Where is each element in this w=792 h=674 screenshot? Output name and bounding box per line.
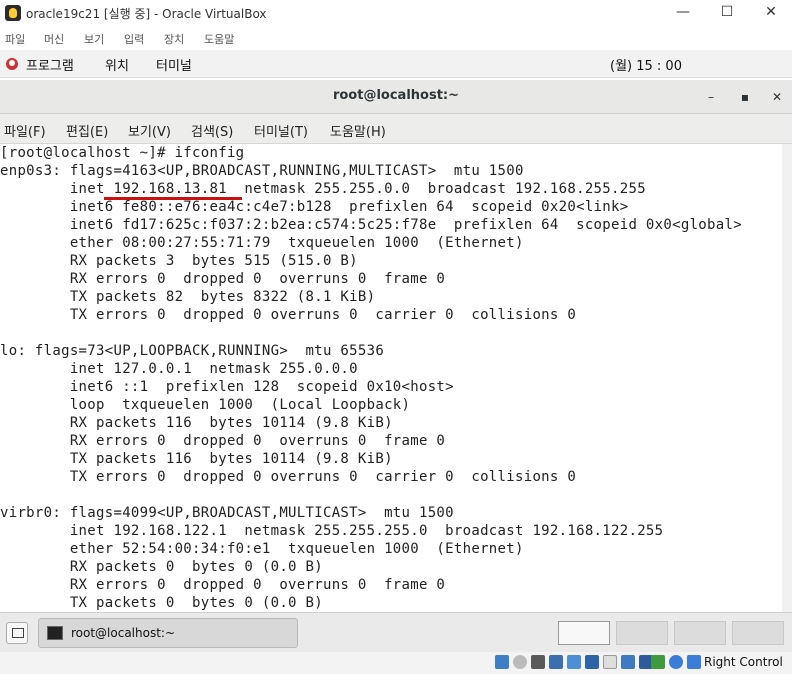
virtualbox-icon [5,5,21,21]
audio-icon[interactable] [531,655,545,669]
terminal-app-menu[interactable]: 터미널 [156,55,192,74]
terminal-menu-file[interactable]: 파일(F) [4,121,46,140]
terminal-line: inet6 fe80::e76:ea4c:c4e7:b128 prefixlen… [0,199,629,215]
terminal-title-bar: root@localhost:~ – ▪ ✕ [0,80,792,114]
terminal-line: inet6 fd17:625c:f037:2:b2ea:c574:5c25:f7… [0,217,742,233]
terminal-line: RX errors 0 dropped 0 overruns 0 frame 0 [0,433,446,449]
terminal-minimize-button[interactable]: – [700,86,722,108]
workspace-2[interactable] [616,621,668,645]
menu-file[interactable]: 파일 [5,31,25,47]
terminal-line: RX errors 0 dropped 0 overruns 0 frame 0 [0,271,446,287]
terminal-line: lo: flags=73<UP,LOOPBACK,RUNNING> mtu 65… [0,343,385,359]
terminal-line: inet 192.168.122.1 netmask 255.255.255.0… [0,523,664,539]
gnome-taskbar: root@localhost:~ [0,612,792,652]
terminal-line: ether 52:54:00:34:f0:e1 txqueuelen 1000 … [0,541,524,557]
applications-menu[interactable]: 프로그램 [26,55,74,74]
show-desktop-button[interactable] [6,622,28,644]
terminal-menu-help[interactable]: 도움말(H) [330,121,386,140]
menu-input[interactable]: 입력 [124,31,144,47]
maximize-button[interactable]: ☐ [704,0,750,26]
terminal-title: root@localhost:~ [332,88,460,103]
host-title-bar: oracle19c21 [실행 중] - Oracle VirtualBox —… [0,0,792,26]
terminal-line: RX packets 3 bytes 515 (515.0 B) [0,253,358,269]
terminal-output[interactable]: [root@localhost ~]# ifconfig enp0s3: fla… [0,144,782,612]
terminal-icon [47,626,63,640]
workspace-4[interactable] [732,621,784,645]
menu-help[interactable]: 도움말 [204,31,234,47]
terminal-line: virbr0: flags=4099<UP,BROADCAST,MULTICAS… [0,505,454,521]
menu-machine[interactable]: 머신 [44,31,64,47]
terminal-maximize-button[interactable]: ▪ [734,86,756,108]
clock[interactable]: (월) 15 : 00 [610,55,682,74]
menu-view[interactable]: 보기 [84,31,104,47]
video-capture-icon[interactable] [621,655,635,669]
vb-status-bar: Right Control [0,652,792,674]
terminal-line: ether 08:00:27:55:71:79 txqueuelen 1000 … [0,235,524,251]
shared-folder-icon[interactable] [585,655,599,669]
gnome-top-panel: 프로그램 위치 터미널 (월) 15 : 00 [0,50,792,122]
terminal-line: TX packets 82 bytes 8322 (8.1 KiB) [0,289,376,305]
usb-icon[interactable] [567,655,581,669]
network-icon[interactable] [549,655,563,669]
terminal-line: TX packets 116 bytes 10114 (9.8 KiB) [0,451,393,467]
terminal-menu-search[interactable]: 검색(S) [191,121,233,140]
host-key-label: Right Control [704,655,783,669]
host-window-title: oracle19c21 [실행 중] - Oracle VirtualBox [26,7,267,21]
terminal-line: enp0s3: flags=4163<UP,BROADCAST,RUNNING,… [0,163,524,179]
minimize-button[interactable]: — [660,0,706,26]
terminal-line: RX packets 116 bytes 10114 (9.8 KiB) [0,415,393,431]
workspace-1[interactable] [558,621,610,645]
taskbar-item-label: root@localhost:~ [71,626,176,640]
hdd-icon[interactable] [495,655,509,669]
taskbar-terminal-item[interactable]: root@localhost:~ [38,618,298,648]
terminal-line: loop txqueuelen 1000 (Local Loopback) [0,397,411,413]
terminal-menu-terminal[interactable]: 터미널(T) [254,121,308,140]
applications-icon [6,58,18,70]
terminal-line: inet6 ::1 prefixlen 128 scopeid 0x10<hos… [0,379,454,395]
host-menu-bar: 파일 머신 보기 입력 장치 도움말 [0,26,792,50]
mouse-integration-icon[interactable] [651,655,665,669]
terminal-line: inet 127.0.0.1 netmask 255.0.0.0 [0,361,358,377]
ip-address-annotation [104,197,242,200]
terminal-line: RX errors 0 dropped 0 overruns 0 frame 0 [0,577,446,593]
terminal-menu-bar: 파일(F) 편집(E) 보기(V) 검색(S) 터미널(T) 도움말(H) [0,114,792,144]
terminal-line: [root@localhost ~]# ifconfig [0,145,245,161]
optical-icon[interactable] [513,655,527,669]
terminal-menu-edit[interactable]: 편집(E) [66,121,108,140]
terminal-menu-view[interactable]: 보기(V) [128,121,171,140]
terminal-line: TX errors 0 dropped 0 overruns 0 carrier… [0,307,577,323]
host-key-arrow-icon [687,655,701,669]
places-menu[interactable]: 위치 [105,55,129,74]
terminal-line: RX packets 0 bytes 0 (0.0 B) [0,559,323,575]
keyboard-icon[interactable] [669,655,683,669]
display-icon[interactable] [603,655,617,669]
close-button[interactable]: ✕ [748,0,792,26]
workspace-3[interactable] [674,621,726,645]
terminal-close-button[interactable]: ✕ [766,86,788,108]
terminal-line: inet 192.168.13.81 netmask 255.255.0.0 b… [0,181,646,197]
terminal-scrollbar[interactable] [782,144,792,612]
terminal-line: TX errors 0 dropped 0 overruns 0 carrier… [0,469,577,485]
menu-devices[interactable]: 장치 [164,31,184,47]
terminal-line: TX packets 0 bytes 0 (0.0 B) [0,595,323,611]
